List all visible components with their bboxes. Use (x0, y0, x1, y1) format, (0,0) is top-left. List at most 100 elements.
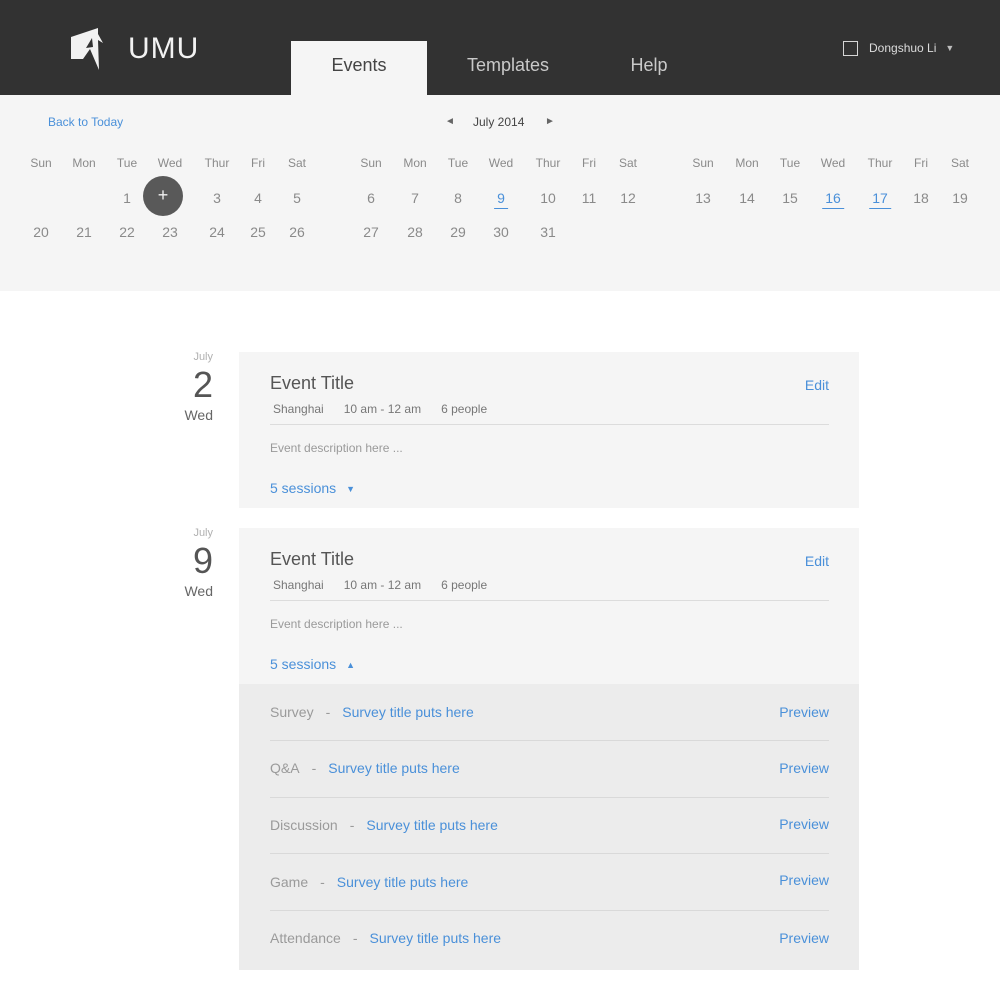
preview-link[interactable]: Preview (779, 872, 829, 888)
event-date: July 2 Wed (153, 351, 213, 423)
calendar-day[interactable]: 8 (451, 190, 465, 208)
weekday-header: Mon (403, 156, 427, 170)
caret-up-icon: ▲ (346, 660, 356, 670)
event-meta: Shanghai 10 am - 12 am 6 people (273, 402, 507, 416)
sessions-toggle[interactable]: 5 sessions ▼ (270, 480, 355, 496)
session-type: Survey (270, 704, 314, 720)
calendar-day[interactable]: 6 (364, 190, 378, 208)
event-weekday: Wed (184, 583, 213, 599)
weekday-header: Wed (820, 156, 846, 170)
weekday-header: Fri (914, 156, 928, 170)
preview-link[interactable]: Preview (779, 816, 829, 832)
calendar-day[interactable]: 21 (73, 224, 95, 242)
calendar-day[interactable]: 27 (360, 224, 382, 242)
calendar-day[interactable]: 29 (447, 224, 469, 242)
calendar-day[interactable]: 19 (949, 190, 971, 208)
user-menu[interactable]: Dongshuo Li ▼ (843, 40, 954, 56)
back-to-today-link[interactable]: Back to Today (48, 115, 123, 129)
calendar-day[interactable]: 13 (692, 190, 714, 208)
weekday-header: Tue (447, 156, 469, 170)
event-day: 9 (192, 540, 213, 581)
sessions-toggle[interactable]: 5 sessions ▲ (270, 656, 355, 672)
weekday-header: Sun (692, 156, 714, 170)
calendar-day[interactable]: 3 (210, 190, 224, 208)
calendar-day[interactable]: 18 (910, 190, 932, 208)
event-people: 6 people (441, 578, 488, 592)
event-meta: Shanghai 10 am - 12 am 6 people (273, 578, 507, 592)
calendar-day[interactable]: 11 (579, 190, 600, 208)
add-event-button[interactable]: + (143, 176, 183, 216)
session-type: Game (270, 874, 309, 890)
preview-link[interactable]: Preview (779, 760, 829, 776)
session-title-link[interactable]: Survey title puts here (366, 817, 498, 833)
calendar-day[interactable]: 30 (490, 224, 512, 242)
tab-help-label: Help (630, 55, 668, 75)
calendar-day[interactable]: 23 (159, 224, 181, 242)
calendar-day[interactable]: 17 (869, 190, 891, 209)
session-type: Discussion (270, 817, 338, 833)
calendar-day[interactable]: 10 (537, 190, 559, 208)
calendar-day[interactable]: 15 (779, 190, 801, 208)
calendar-day[interactable]: 20 (30, 224, 52, 242)
calendar-day[interactable]: 22 (116, 224, 138, 242)
separator: - (349, 817, 355, 833)
calendar-day[interactable]: 28 (404, 224, 426, 242)
edit-event-button[interactable]: Edit (805, 553, 829, 569)
weekday-header: Sun (30, 156, 52, 170)
chevron-down-icon: ▼ (945, 43, 955, 53)
weekday-header: Tue (779, 156, 801, 170)
user-name: Dongshuo Li (869, 41, 937, 55)
calendar-day[interactable]: 14 (736, 190, 758, 208)
session-title-link[interactable]: Survey title puts here (328, 760, 460, 776)
session-type: Attendance (270, 930, 341, 946)
weekday-header: Mon (735, 156, 759, 170)
event-weekday: Wed (184, 407, 213, 423)
edit-event-button[interactable]: Edit (805, 377, 829, 393)
event-day: 2 (192, 364, 213, 405)
weekday-header: Mon (72, 156, 96, 170)
event-location: Shanghai (273, 402, 324, 416)
caret-down-icon: ▼ (346, 484, 356, 494)
event-description: Event description here ... (270, 617, 403, 631)
event-time: 10 am - 12 am (343, 578, 422, 592)
prev-month-icon[interactable]: ◄ (445, 116, 455, 127)
weekday-header: Wed (157, 156, 183, 170)
calendar-day[interactable]: 31 (537, 224, 559, 242)
event-location: Shanghai (273, 578, 324, 592)
session-title-link[interactable]: Survey title puts here (342, 704, 474, 720)
session-title-link[interactable]: Survey title puts here (337, 874, 469, 890)
preview-link[interactable]: Preview (779, 704, 829, 720)
tab-events[interactable]: Events (291, 41, 427, 95)
calendar-day[interactable]: 5 (290, 190, 304, 208)
session-list: Survey - Survey title puts here Preview Q&… (239, 684, 859, 970)
tab-help[interactable]: Help (600, 41, 698, 95)
divider (270, 424, 829, 425)
calendar-day[interactable]: 4 (251, 190, 265, 208)
calendar-day[interactable]: 7 (408, 190, 422, 208)
brand-name: UMU (128, 32, 200, 65)
event-date: July 9 Wed (153, 527, 213, 599)
session-line: Discussion - Survey title puts here (270, 817, 498, 833)
month-navigator: ◄ July 2014 ► (440, 115, 560, 131)
event-title: Event Title (270, 549, 355, 569)
session-row: Q&A - Survey title puts here Preview (270, 741, 829, 798)
tab-templates[interactable]: Templates (440, 41, 576, 95)
separator: - (320, 874, 325, 890)
session-title-link[interactable]: Survey title puts here (370, 930, 502, 946)
weekday-header: Thur (867, 156, 893, 170)
calendar-day[interactable]: 25 (247, 224, 269, 242)
preview-link[interactable]: Preview (779, 930, 829, 946)
weekday-header: Tue (116, 156, 138, 170)
next-month-icon[interactable]: ► (545, 116, 555, 127)
calendar-day[interactable]: 1 (120, 190, 134, 208)
weekday-header: Fri (251, 156, 265, 170)
calendar-day[interactable]: 12 (617, 190, 639, 208)
calendar-day[interactable]: 16 (822, 190, 844, 209)
calendar-day[interactable]: 26 (286, 224, 308, 242)
event-month: July (193, 527, 213, 539)
calendar-day[interactable]: 24 (206, 224, 228, 242)
weekday-header: Sun (360, 156, 382, 170)
umu-logo-icon (71, 28, 103, 70)
calendar-day[interactable]: 9 (494, 190, 508, 209)
weekday-header: Sat (950, 156, 970, 170)
